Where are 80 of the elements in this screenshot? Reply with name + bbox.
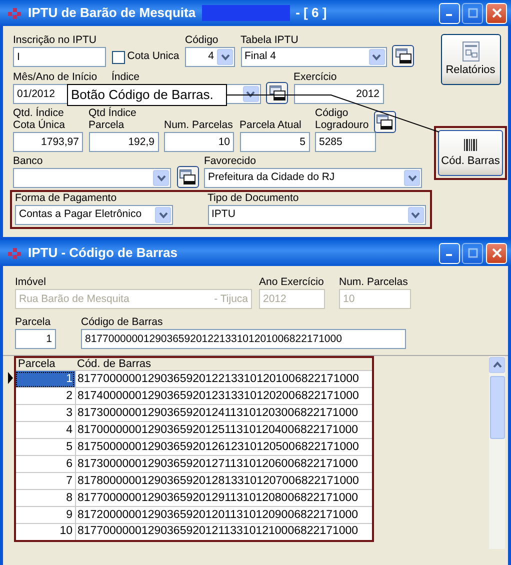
field-label: Código Logradouro — [315, 107, 370, 131]
field-label: Mês/Ano de Início — [13, 71, 98, 83]
checkbox[interactable] — [112, 50, 124, 64]
chevron-up-icon — [492, 361, 502, 369]
dropdown[interactable]: Contas a Pagar Eletrônico — [15, 205, 173, 225]
maximize-icon — [468, 8, 478, 18]
field-label: Parcela — [15, 316, 52, 328]
minimize-button[interactable] — [438, 242, 460, 264]
text-field[interactable]: 10 — [164, 132, 234, 152]
text-field[interactable]: I — [13, 47, 106, 67]
report-icon — [460, 40, 482, 62]
window-icon — [376, 114, 393, 130]
column-header[interactable]: Parcela — [15, 357, 75, 370]
lookup-button[interactable] — [176, 166, 198, 188]
minimize-button[interactable] — [438, 2, 460, 24]
dropdown[interactable]: Prefeitura da Cidade do RJ — [204, 168, 422, 188]
field-label: Ano Exercício — [259, 276, 325, 288]
scroll-up-button[interactable] — [489, 357, 505, 373]
field-label: Num. Parcelas — [164, 119, 234, 131]
text-field[interactable]: 5 — [240, 132, 310, 152]
field-label: Código — [185, 34, 220, 46]
chevron-down-icon — [372, 53, 381, 61]
chevron-down-icon — [156, 174, 166, 182]
field-value: - Tijuca — [214, 292, 248, 307]
close-button[interactable] — [486, 242, 507, 264]
dropdown[interactable]: 4 — [185, 47, 235, 67]
window-icon — [394, 48, 412, 64]
close-icon — [492, 248, 502, 258]
field-value: Rua Barão de Mesquita — [19, 292, 130, 307]
column-header[interactable]: Cód. de Barras — [75, 357, 373, 370]
tooltip: Botão Código de Barras. — [67, 84, 227, 106]
field-label: Qtd. Índice Cota Única — [13, 107, 66, 131]
chevron-down-icon — [246, 90, 255, 98]
maximize-icon — [468, 248, 478, 258]
text-field[interactable]: 1 — [15, 329, 56, 349]
text-field[interactable]: 1793,97 — [13, 132, 83, 152]
lookup-button[interactable] — [266, 82, 288, 104]
dropdown[interactable] — [13, 168, 171, 188]
chevron-down-icon — [411, 211, 420, 219]
window-icon — [268, 85, 286, 101]
field-label: Exercício — [294, 71, 338, 83]
dropdown[interactable]: IPTU — [208, 205, 426, 225]
text-field[interactable]: 5285 — [315, 132, 376, 152]
lookup-button[interactable] — [374, 111, 396, 133]
app-icon — [6, 246, 22, 260]
window-title-suffix: - [ 6 ] — [296, 4, 327, 22]
maximize-button[interactable] — [462, 242, 484, 264]
scrollbar-thumb[interactable] — [490, 376, 504, 439]
reports-button[interactable]: Relatórios — [440, 34, 500, 85]
window-title: IPTU de Barão de Mesquita — [28, 4, 196, 22]
chevron-down-icon — [408, 174, 416, 182]
field-label: Num. Parcelas — [339, 276, 409, 288]
maximize-button[interactable] — [462, 2, 484, 24]
field-label: Código de Barras — [81, 316, 164, 328]
field-label: Parcela Atual — [240, 119, 302, 131]
barcode-icon — [463, 136, 478, 153]
row-pointer-icon — [8, 370, 14, 386]
field-label: Banco — [13, 155, 44, 167]
field-label: Tipo de Documento — [208, 192, 300, 204]
window-title: IPTU - Código de Barras — [28, 244, 178, 262]
text-field[interactable]: 81770000001290365920122133101201006822171000 — [81, 329, 406, 349]
lookup-button[interactable] — [392, 45, 414, 67]
field-label: Forma de Pagamento — [15, 192, 118, 204]
field-label: Qtd Índice Parcela — [88, 107, 138, 131]
checkbox-label[interactable]: Cota Unica — [127, 49, 180, 65]
text-field[interactable]: 2012 — [294, 84, 384, 104]
chevron-down-icon — [220, 53, 230, 61]
close-icon — [492, 8, 502, 18]
field-label: Índice — [112, 71, 141, 83]
window-icon — [179, 169, 196, 185]
field-label: Tabela IPTU — [240, 34, 300, 46]
field-label: Imóvel — [15, 276, 47, 288]
close-button[interactable] — [486, 2, 507, 24]
text-field[interactable]: 192,9 — [88, 132, 158, 152]
chevron-down-icon — [158, 211, 168, 219]
barcode-button[interactable]: Cód. Barras — [438, 130, 503, 176]
field-label: Inscrição no IPTU — [13, 34, 98, 46]
dropdown[interactable]: Final 4 — [240, 47, 386, 67]
app-icon — [6, 6, 22, 20]
field-label: Favorecido — [204, 155, 257, 167]
